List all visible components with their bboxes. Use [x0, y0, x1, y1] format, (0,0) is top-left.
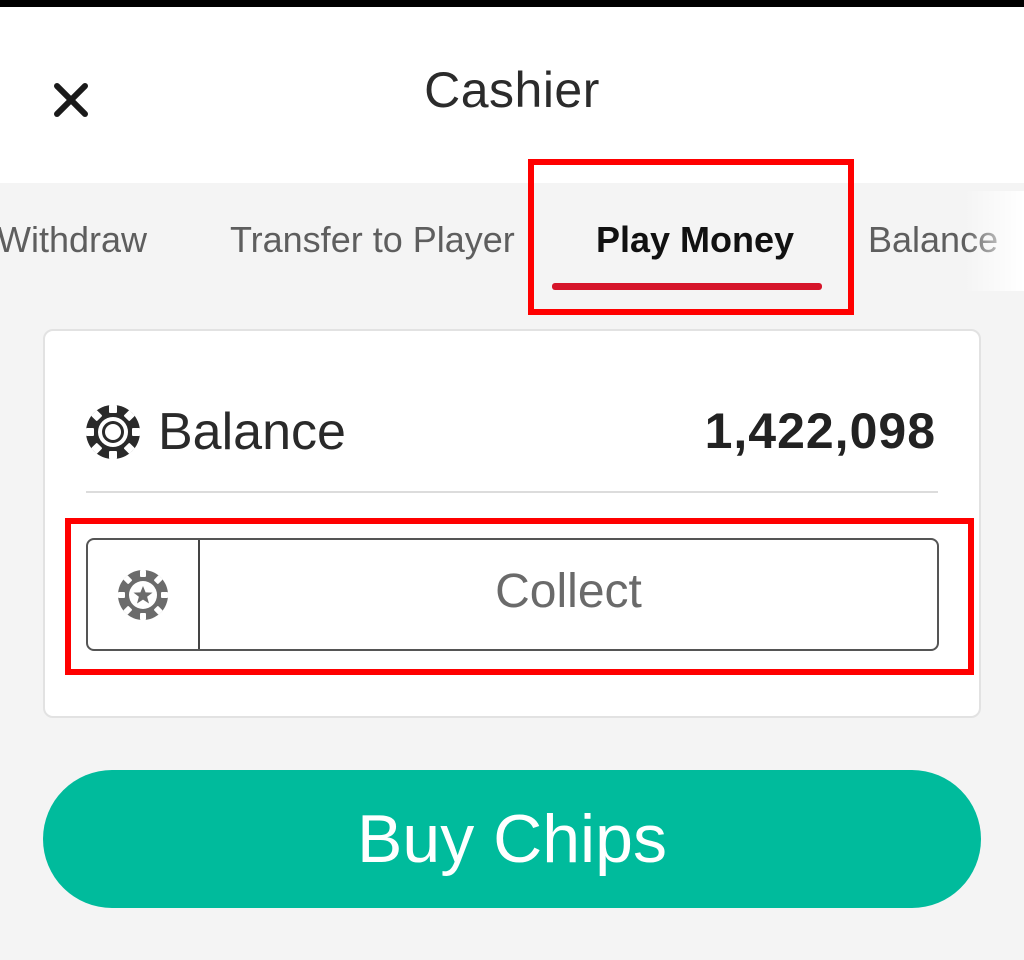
balance-value: 1,422,098 — [704, 403, 936, 459]
collect-button[interactable]: Collect — [86, 538, 939, 651]
collect-label: Collect — [495, 565, 642, 618]
collect-icon-cell — [88, 540, 200, 649]
tab-transfer-to-player[interactable]: Transfer to Player — [230, 215, 515, 265]
tab-play-money[interactable]: Play Money — [596, 215, 794, 265]
balance-label: Balance — [158, 403, 346, 461]
tab-scroll-fade — [964, 191, 1024, 291]
header: Cashier — [0, 7, 1024, 183]
chip-star-icon — [118, 570, 168, 620]
tab-bar: Withdraw Transfer to Player Play Money B… — [0, 183, 1024, 303]
tab-withdraw[interactable]: Withdraw — [0, 215, 147, 265]
balance-card — [43, 329, 981, 718]
page-title: Cashier — [424, 62, 600, 118]
status-bar — [0, 0, 1024, 7]
buy-chips-label: Buy Chips — [357, 801, 667, 877]
active-tab-indicator — [552, 283, 822, 290]
divider — [86, 491, 938, 493]
buy-chips-button[interactable]: Buy Chips — [43, 770, 981, 908]
poker-chip-icon — [86, 405, 140, 459]
